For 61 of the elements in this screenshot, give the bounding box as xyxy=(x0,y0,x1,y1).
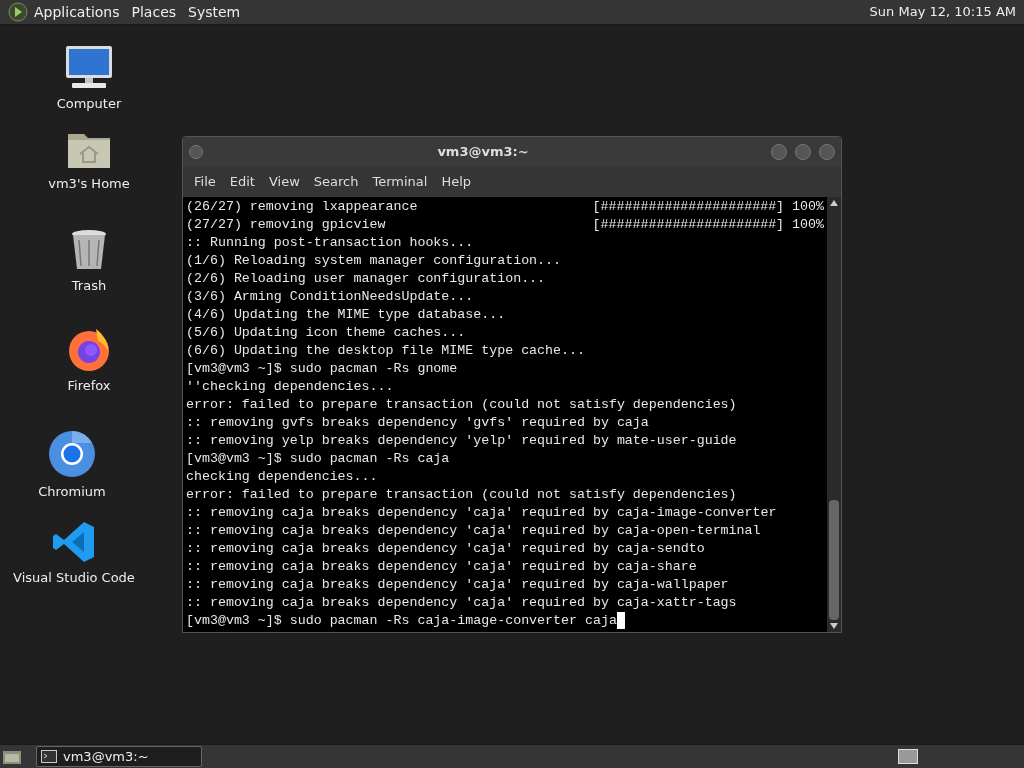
terminal-line: error: failed to prepare transaction (could not satisfy dependencies) xyxy=(186,396,737,414)
desktop-icon-label[interactable]: Chromium xyxy=(38,482,106,502)
taskbar-button[interactable]: vm3@vm3:~ xyxy=(36,746,202,767)
terminal-line: :: removing caja breaks dependency 'caja' required by caja-open-terminal xyxy=(186,522,761,540)
maximize-button[interactable] xyxy=(795,144,811,160)
scroll-down-icon[interactable] xyxy=(830,623,838,629)
desktop-icon-label[interactable]: vm3's Home xyxy=(48,174,130,194)
terminal-line: (6/6) Updating the desktop file MIME type cache... xyxy=(186,342,585,360)
terminal-line: (2/6) Reloading user manager configuration... xyxy=(186,270,546,288)
terminal-icon xyxy=(41,750,57,763)
menu-item[interactable]: File xyxy=(187,172,223,192)
terminal-line: (27/27) removing gpicview xyxy=(186,216,386,234)
terminal-line: :: removing gvfs breaks dependency 'gvfs' required by caja xyxy=(186,414,649,432)
monitor-icon xyxy=(64,44,114,90)
terminal-line: checking dependencies... xyxy=(186,468,378,486)
chromium-icon xyxy=(48,430,96,478)
menu-item[interactable]: View xyxy=(261,172,307,192)
terminal-line: :: Running post-transaction hooks... xyxy=(186,234,474,252)
window-menu-button[interactable] xyxy=(189,145,203,159)
terminal-line: :: removing yelp breaks dependency 'yelp' required by mate-user-guide xyxy=(186,432,737,450)
terminal-line: (1/6) Reloading system manager configuration... xyxy=(186,252,562,270)
minimize-button[interactable] xyxy=(771,144,787,160)
window-title: vm3@vm3:~ xyxy=(436,143,530,162)
menu-item[interactable]: Help xyxy=(434,172,479,192)
terminal-line: :: removing caja breaks dependency 'caja' required by caja-image-converter xyxy=(186,504,777,522)
terminal-line: (26/27) removing lxappearance xyxy=(186,198,418,216)
menu-logo-icon[interactable] xyxy=(8,2,28,22)
terminal-line: (5/6) Updating icon theme caches... xyxy=(186,324,466,342)
workspace-switcher[interactable] xyxy=(898,749,918,764)
trash-icon xyxy=(69,228,109,272)
menu-item[interactable]: Search xyxy=(306,172,366,192)
show-desktop-icon[interactable] xyxy=(2,748,22,765)
desktop-icon-label[interactable]: Trash xyxy=(71,276,107,296)
desktop-icon-label[interactable]: Computer xyxy=(56,94,122,114)
progress-text: [######################] 100% xyxy=(592,198,824,216)
terminal-line: :: removing caja breaks dependency 'caja' required by caja-xattr-tags xyxy=(186,594,737,612)
terminal-line: [vm3@vm3 ~]$ sudo pacman -Rs caja-image-converter caja xyxy=(186,612,617,630)
panel-menu[interactable]: System xyxy=(188,1,241,23)
terminal-line: ''checking dependencies... xyxy=(186,378,394,396)
terminal-line: :: removing caja breaks dependency 'caja' required by caja-sendto xyxy=(186,540,705,558)
desktop-icon-label[interactable]: Visual Studio Code xyxy=(13,568,135,588)
panel-menu[interactable]: Applications xyxy=(34,1,120,23)
clock[interactable]: Sun May 12, 10:15 AM xyxy=(869,2,1016,22)
menu-item[interactable]: Terminal xyxy=(365,172,435,192)
vscode-icon xyxy=(52,520,96,564)
firefox-icon xyxy=(66,326,112,372)
menu-item[interactable]: Edit xyxy=(222,172,262,192)
terminal-line: [vm3@vm3 ~]$ sudo pacman -Rs gnome xyxy=(186,360,458,378)
panel-menu[interactable]: Places xyxy=(131,1,177,23)
close-button[interactable] xyxy=(819,144,835,160)
terminal-line: :: removing caja breaks dependency 'caja' required by caja-share xyxy=(186,558,697,576)
scroll-up-icon[interactable] xyxy=(830,200,838,206)
terminal-line: error: failed to prepare transaction (could not satisfy dependencies) xyxy=(186,486,737,504)
terminal-line: (4/6) Updating the MIME type database... xyxy=(186,306,506,324)
scrollbar[interactable] xyxy=(827,197,841,632)
terminal-line: (3/6) Arming ConditionNeedsUpdate... xyxy=(186,288,474,306)
desktop-icon-label[interactable]: Firefox xyxy=(67,376,111,396)
progress-text: [######################] 100% xyxy=(592,216,824,234)
terminal-line: [vm3@vm3 ~]$ sudo pacman -Rs caja xyxy=(186,450,450,468)
terminal-line: :: removing caja breaks dependency 'caja' required by caja-wallpaper xyxy=(186,576,729,594)
scroll-thumb[interactable] xyxy=(829,500,839,620)
